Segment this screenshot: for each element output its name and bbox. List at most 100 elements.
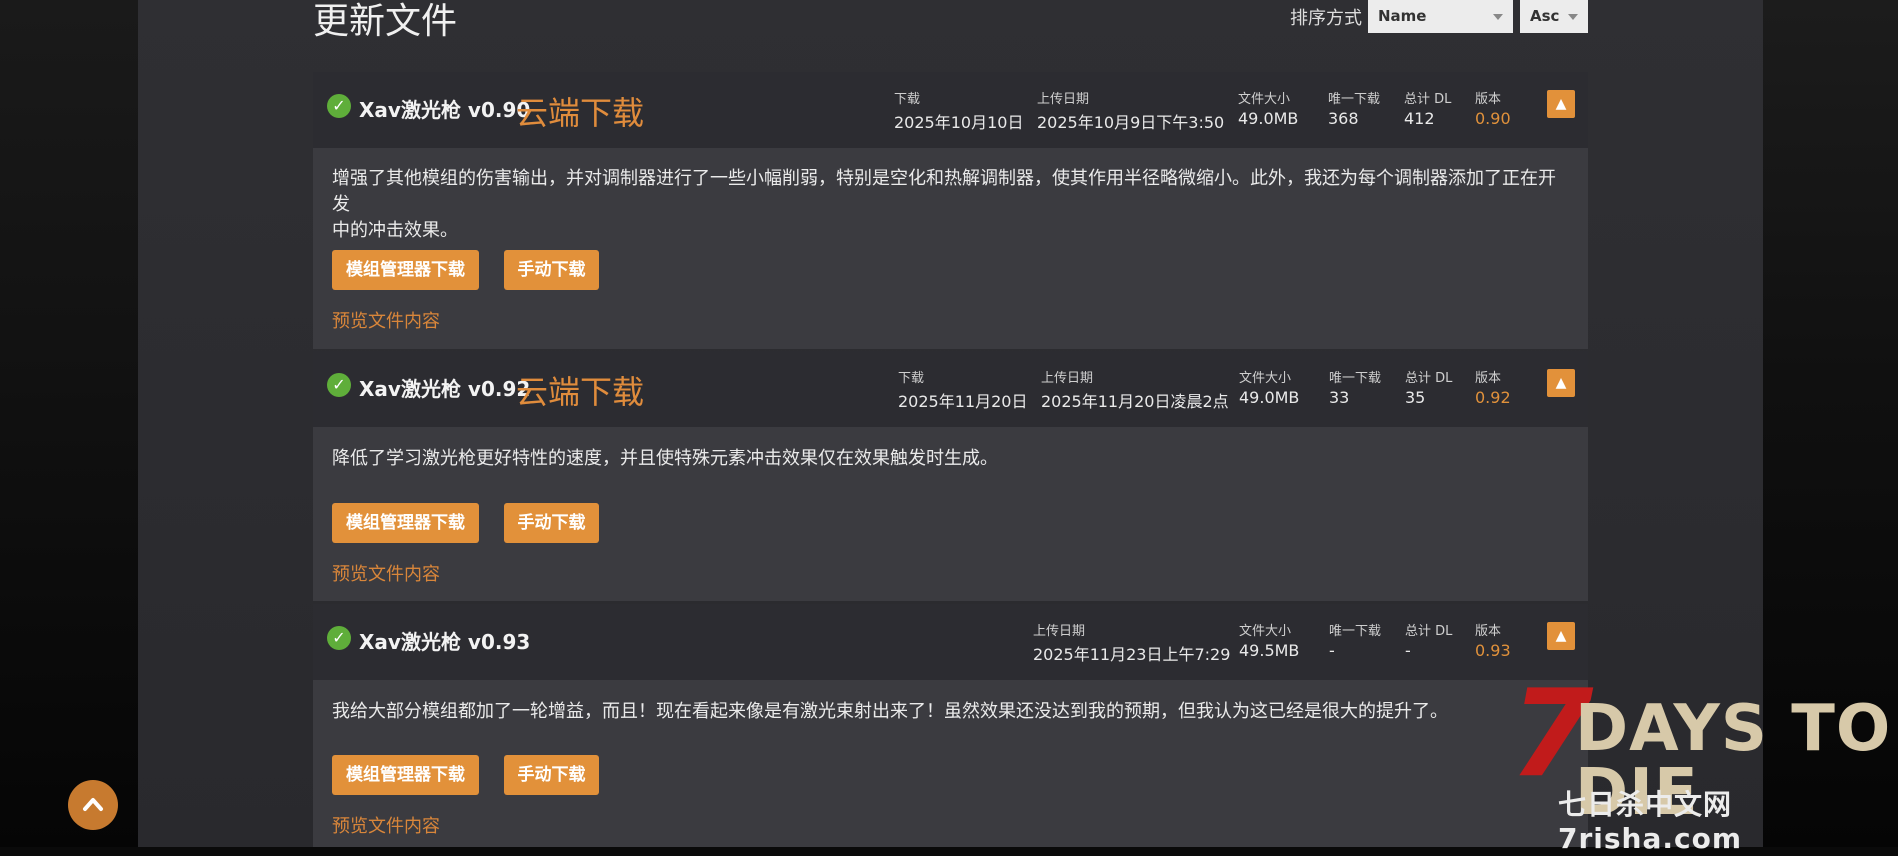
cloud-download-link[interactable]: 云端下载: [516, 88, 644, 134]
sort-label: 排序方式: [1290, 8, 1362, 29]
stat-value: 2025年11月20日凌晨2点: [1041, 392, 1229, 411]
manual-download-button[interactable]: 手动下载: [504, 250, 599, 290]
sort-order-value: Asc: [1530, 7, 1560, 25]
stat-version: 版本 0.90: [1475, 88, 1511, 128]
check-icon: ✓: [327, 94, 351, 118]
stat-file-size: 文件大小 49.0MB: [1238, 88, 1298, 128]
stat-value: 49.5MB: [1239, 641, 1300, 660]
stat-unique-downloads: 唯一下载 -: [1329, 620, 1381, 660]
stat-value: 2025年10月10日: [894, 113, 1024, 132]
logo-subtitle: 七日杀中文网7risha.com: [1558, 788, 1743, 855]
page-title: 更新文件: [313, 1, 458, 42]
file-card: ✓ Xav激光枪 v0.90 云端下载 下载 2025年10月10日 上传日期 …: [313, 72, 1588, 349]
stat-value: 33: [1329, 388, 1350, 407]
stat-version: 版本 0.92: [1475, 367, 1511, 407]
description-line: 降低了学习激光枪更好特性的速度，并且使特殊元素冲击效果仅在效果触发时生成。: [332, 448, 998, 469]
stat-unique-downloads: 唯一下载 33: [1329, 367, 1381, 407]
stat-value: 35: [1405, 388, 1426, 407]
stat-label: 版本: [1475, 624, 1502, 639]
preview-file-contents-link[interactable]: 预览文件内容: [332, 560, 440, 586]
scroll-to-top-button[interactable]: [68, 780, 118, 830]
stat-value: 0.93: [1475, 641, 1511, 660]
stat-unique-downloads: 唯一下载 368: [1328, 88, 1380, 128]
preview-file-contents-link[interactable]: 预览文件内容: [332, 812, 440, 838]
stat-value: 49.0MB: [1238, 109, 1299, 128]
stat-label: 文件大小: [1238, 92, 1291, 107]
caret-down-icon: [1568, 14, 1578, 20]
stat-total-downloads: 总计 DL 412: [1404, 88, 1451, 128]
stat-value: 0.90: [1475, 109, 1511, 128]
collapse-button[interactable]: ▲: [1547, 369, 1575, 397]
sort-field-value: Name: [1378, 7, 1427, 25]
stat-value: 2025年11月20日: [898, 392, 1028, 411]
file-header: ✓ Xav激光枪 v0.90 云端下载 下载 2025年10月10日 上传日期 …: [313, 72, 1588, 148]
background-left: [0, 0, 140, 847]
stat-value: 368: [1328, 109, 1359, 128]
stat-label: 上传日期: [1037, 92, 1090, 107]
stat-label: 文件大小: [1239, 371, 1292, 386]
file-description: 降低了学习激光枪更好特性的速度，并且使特殊元素冲击效果仅在效果触发时生成。: [332, 446, 1572, 472]
stat-total-downloads: 总计 DL -: [1405, 620, 1452, 660]
chevron-up-icon: ▲: [1555, 96, 1567, 112]
watermark-logo: 7 DAYS TO DIE 七日杀中文网7risha.com: [1510, 675, 1895, 856]
stat-label: 文件大小: [1239, 624, 1292, 639]
chevron-up-icon: ▲: [1555, 375, 1567, 391]
sort-field-select[interactable]: Name: [1368, 0, 1513, 33]
stat-label: 下载: [894, 92, 921, 107]
stat-label: 版本: [1475, 92, 1502, 107]
stat-value: 2025年10月9日下午3:50: [1037, 113, 1225, 132]
stat-label: 总计 DL: [1405, 371, 1453, 386]
caret-down-icon: [1493, 14, 1503, 20]
stat-value: -: [1405, 641, 1411, 660]
stat-label: 下载: [898, 371, 925, 386]
stat-upload-date: 上传日期 2025年10月9日下午3:50: [1037, 88, 1224, 133]
chevron-up-icon: ▲: [1555, 628, 1567, 644]
mod-manager-download-button[interactable]: 模组管理器下载: [332, 503, 479, 543]
stat-label: 上传日期: [1041, 371, 1094, 386]
file-name: Xav激光枪 v0.90: [359, 98, 531, 122]
mod-manager-download-button[interactable]: 模组管理器下载: [332, 250, 479, 290]
file-header: ✓ Xav激光枪 v0.93 上传日期 2025年11月23日上午7:29 文件…: [313, 604, 1588, 680]
file-card: ✓ Xav激光枪 v0.92 云端下载 下载 2025年11月20日 上传日期 …: [313, 351, 1588, 601]
stat-label: 唯一下载: [1329, 371, 1382, 386]
stat-value: 412: [1404, 109, 1435, 128]
file-name: Xav激光枪 v0.93: [359, 630, 531, 654]
stat-label: 总计 DL: [1405, 624, 1453, 639]
chevron-up-icon: [83, 798, 103, 811]
check-icon: ✓: [327, 626, 351, 650]
stat-label: 总计 DL: [1404, 92, 1452, 107]
description-line: 增强了其他模组的伤害输出，并对调制器进行了一些小幅削弱，特别是空化和热解调制器，…: [332, 168, 1556, 215]
stat-version: 版本 0.93: [1475, 620, 1511, 660]
cloud-download-link[interactable]: 云端下载: [516, 367, 644, 413]
sort-order-select[interactable]: Asc: [1520, 0, 1588, 33]
stat-label: 唯一下载: [1329, 624, 1382, 639]
collapse-button[interactable]: ▲: [1547, 90, 1575, 118]
stat-value: 0.92: [1475, 388, 1511, 407]
stat-value: -: [1329, 641, 1335, 660]
preview-file-contents-link[interactable]: 预览文件内容: [332, 307, 440, 333]
stat-total-downloads: 总计 DL 35: [1405, 367, 1452, 407]
stat-label: 上传日期: [1033, 624, 1086, 639]
file-name: Xav激光枪 v0.92: [359, 377, 531, 401]
stat-file-size: 文件大小 49.0MB: [1239, 367, 1299, 407]
stat-label: 版本: [1475, 371, 1502, 386]
file-card: ✓ Xav激光枪 v0.93 上传日期 2025年11月23日上午7:29 文件…: [313, 604, 1588, 847]
file-header: ✓ Xav激光枪 v0.92 云端下载 下载 2025年11月20日 上传日期 …: [313, 351, 1588, 427]
stat-downloaded: 下载 2025年10月10日: [894, 88, 1023, 133]
manual-download-button[interactable]: 手动下载: [504, 503, 599, 543]
manual-download-button[interactable]: 手动下载: [504, 755, 599, 795]
description-line: 中的冲击效果。: [332, 220, 458, 241]
stat-upload-date: 上传日期 2025年11月20日凌晨2点: [1041, 367, 1229, 412]
file-description: 我给大部分模组都加了一轮增益，而且！现在看起来像是有激光束射出来了！虽然效果还没…: [332, 699, 1572, 725]
mod-manager-download-button[interactable]: 模组管理器下载: [332, 755, 479, 795]
stat-downloaded: 下载 2025年11月20日: [898, 367, 1027, 412]
stat-value: 2025年11月23日上午7:29: [1033, 645, 1231, 664]
file-description: 增强了其他模组的伤害输出，并对调制器进行了一些小幅削弱，特别是空化和热解调制器，…: [332, 166, 1572, 244]
stat-file-size: 文件大小 49.5MB: [1239, 620, 1299, 660]
stat-upload-date: 上传日期 2025年11月23日上午7:29: [1033, 620, 1230, 665]
check-icon: ✓: [327, 373, 351, 397]
stat-value: 49.0MB: [1239, 388, 1300, 407]
description-line: 我给大部分模组都加了一轮增益，而且！现在看起来像是有激光束射出来了！虽然效果还没…: [332, 701, 1448, 722]
collapse-button[interactable]: ▲: [1547, 622, 1575, 650]
stat-label: 唯一下载: [1328, 92, 1381, 107]
